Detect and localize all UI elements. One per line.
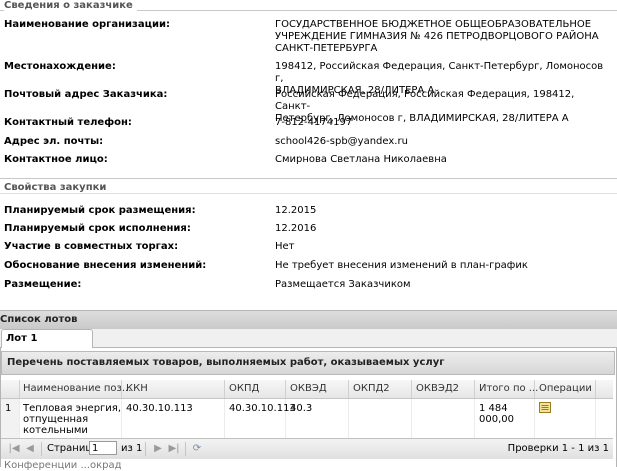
column-header-kkn[interactable]: ККН (122, 380, 225, 398)
column-header-okpd2[interactable]: ОКПД2 (349, 380, 412, 398)
okved2-cell (412, 399, 475, 438)
contact-person-label: Контактное лицо: (4, 154, 108, 165)
prev-page-icon[interactable]: ◀ (23, 442, 37, 456)
item-name-cell: Тепловая энергия, отпущенная котельными (19, 399, 122, 438)
placement-term-value: 12.2015 (275, 205, 317, 216)
pager-separator (41, 442, 42, 456)
placement-term-label: Планируемый срок размещения: (4, 205, 196, 216)
org-name-label: Наименование организации: (4, 19, 171, 30)
column-header-okved[interactable]: ОКВЭД (286, 380, 349, 398)
change-reason-value: Не требует внесения изменений в план-гра… (275, 260, 528, 271)
contact-person-value: Смирнова Светлана Николаевна (275, 154, 447, 165)
lots-panel-title: Список лотов (0, 314, 78, 325)
okved-cell: 40.3 (286, 399, 349, 438)
org-name-value: ГОСУДАРСТВЕННОЕ БЮДЖЕТНОЕ ОБЩЕОБРАЗОВАТЕ… (275, 19, 599, 54)
change-reason-label: Обоснование внесения изменений: (4, 260, 207, 271)
column-header-operations[interactable]: Операции (535, 380, 596, 398)
okpd2-cell (349, 399, 412, 438)
tab-lot-1[interactable]: Лот 1 (1, 329, 93, 348)
pager-separator (185, 442, 186, 456)
customer-legend: Сведения о заказчике (4, 0, 137, 11)
joint-tender-value: Нет (275, 241, 295, 252)
tab-lot-1-label: Лот 1 (6, 333, 38, 344)
location-label: Местонахождение: (4, 61, 116, 72)
pager-summary: Проверки 1 - 1 из 1 (507, 443, 609, 454)
execution-term-label: Планируемый срок исполнения: (4, 223, 191, 234)
column-header-okpd[interactable]: ОКПД (225, 380, 286, 398)
column-header-total[interactable]: Итого по ... (475, 380, 538, 398)
purchase-legend: Свойства закупки (4, 182, 107, 193)
section-divider (0, 193, 617, 194)
phone-label: Контактный телефон: (4, 117, 132, 128)
row-number-cell: 1 (1, 399, 20, 438)
email-label: Адрес эл. почты: (4, 136, 104, 147)
next-page-icon[interactable]: ▶ (151, 442, 165, 456)
lots-panel-header: Список лотов (0, 310, 617, 330)
items-grid-header: Наименование поз... ККН ОКПД ОКВЭД ОКПД2… (1, 380, 613, 399)
column-header-name[interactable]: Наименование поз... (19, 380, 131, 398)
email-value: school426-spb@yandex.ru (275, 136, 408, 147)
last-page-icon[interactable]: ▶| (167, 442, 181, 456)
section-divider (0, 178, 617, 179)
total-cell: 1 484 000,00 (475, 399, 535, 438)
grid-pager: |◀ ◀ Страница из 1 ▶ ▶| ⟳ Проверки 1 - 1… (1, 438, 613, 459)
column-header-rownum (1, 380, 20, 398)
document-icon[interactable] (538, 401, 552, 414)
joint-tender-label: Участие в совместных торгах: (4, 241, 179, 252)
page-count-label: из 1 (121, 443, 143, 454)
lots-tabstrip: Лот 1 (0, 329, 617, 348)
postal-address-label: Почтовый адрес Заказчика: (4, 89, 168, 100)
footer-cut-text: Конференции ...окрад (4, 460, 122, 471)
first-page-icon[interactable]: |◀ (7, 442, 21, 456)
kkn-cell: 40.30.10.113 (122, 399, 225, 438)
refresh-icon[interactable]: ⟳ (190, 442, 204, 456)
phone-value: 7-812-4174197 (275, 117, 353, 128)
column-header-okved2[interactable]: ОКВЭД2 (412, 380, 475, 398)
items-grid-title: Перечень поставляемых товаров, выполняем… (1, 351, 615, 375)
pager-separator (145, 442, 146, 456)
placement-value: Размещается Заказчиком (275, 279, 411, 290)
okpd-cell: 40.30.10.113 (225, 399, 296, 438)
page-number-input[interactable] (89, 441, 117, 455)
execution-term-value: 12.2016 (275, 223, 317, 234)
placement-label: Размещение: (4, 279, 82, 290)
operations-cell (535, 399, 596, 438)
items-grid-title-text: Перечень поставляемых товаров, выполняем… (7, 357, 445, 368)
table-row[interactable]: 1 Тепловая энергия, отпущенная котельным… (1, 399, 613, 438)
